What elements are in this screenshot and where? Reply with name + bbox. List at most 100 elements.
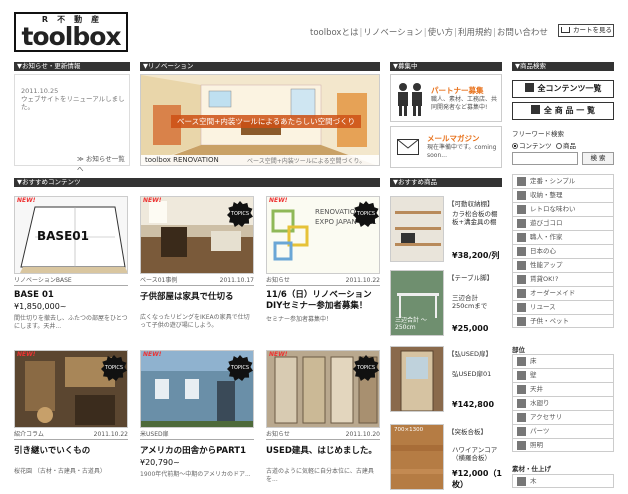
cart-icon xyxy=(561,27,570,33)
card-thumbnail: NEW! TOPICS xyxy=(14,350,128,428)
card-date: 2011.10.22 xyxy=(345,277,380,284)
search-input[interactable] xyxy=(512,152,578,165)
bui-item[interactable]: パーツ xyxy=(512,424,614,438)
top-nav: toolboxとは|リノベーション|使い方|利用規約|お問い合わせ xyxy=(310,28,548,38)
bui-icon xyxy=(517,385,526,394)
renovation-header: ▼リノベーション xyxy=(140,62,380,71)
content-card[interactable]: BASE01 NEW! リノベーションBASE BASE 01 ¥1,850,0… xyxy=(14,196,128,341)
category-item[interactable]: 定番・シンプル xyxy=(512,174,614,188)
card-category: お知らせ xyxy=(266,431,290,438)
partner-banner[interactable]: パートナー募集 職人、素材、工務店、共同開発者など募集中! xyxy=(390,74,502,122)
category-icon xyxy=(517,275,526,284)
category-item[interactable]: リユース xyxy=(512,300,614,314)
new-badge: NEW! xyxy=(143,197,162,204)
nav-link-terms[interactable]: 利用規約 xyxy=(458,28,492,38)
renovation-banner-image[interactable]: ベース空間+内装ツールによるあたらしい空間づくり toolbox RENOVAT… xyxy=(140,74,380,166)
bui-icon xyxy=(517,371,526,380)
product-tag: 【突板合板】 xyxy=(448,428,487,436)
mailmagazine-banner[interactable]: メールマガジン 現在準備中です。coming soon... xyxy=(390,126,502,168)
all-contents-label: 全コンテンツ一覧 xyxy=(537,84,602,93)
product-item[interactable]: 【弘USED扉】 弘USED扉01 ¥142,800 xyxy=(390,346,502,414)
radio-contents-label: コンテンツ xyxy=(519,142,552,150)
card-desc: 古道のように気軽に自分本位に、古建具を... xyxy=(266,468,374,483)
category-label: 収納・整理 xyxy=(530,191,563,199)
bui-icon xyxy=(517,441,526,450)
category-item[interactable]: 賃貸OK!? xyxy=(512,272,614,286)
all-products-label: 全 商 品 一 覧 xyxy=(543,106,596,115)
product-tag: 【可動収納棚】 xyxy=(448,200,494,208)
content-card[interactable]: NEW! TOPICS お知らせ 2011.10.20 USED建具、はじめました… xyxy=(266,350,380,490)
category-item[interactable]: 性能アップ xyxy=(512,258,614,272)
category-label: 賃貸OK!? xyxy=(530,275,559,283)
nav-link-about[interactable]: toolboxとは xyxy=(310,28,358,38)
radio-off-icon xyxy=(556,143,562,149)
category-item[interactable]: レトロな味わい xyxy=(512,202,614,216)
category-item[interactable]: 遊びゴコロ xyxy=(512,216,614,230)
product-tag: 【弘USED扉】 xyxy=(448,350,492,358)
category-item[interactable]: 子供・ペット xyxy=(512,314,614,328)
mailmagazine-text: 現在準備中です。coming soon... xyxy=(427,144,497,159)
category-item[interactable]: オーダーメイド xyxy=(512,286,614,300)
new-badge: NEW! xyxy=(17,197,36,204)
card-desc: 広くなったリビングをIKEAの家具で仕切って子供の遊び場にしよう。 xyxy=(140,314,250,329)
all-products-button[interactable]: 全 商 品 一 覧 xyxy=(512,102,614,120)
category-item[interactable]: 収納・整理 xyxy=(512,188,614,202)
category-item[interactable]: 職人・作家 xyxy=(512,230,614,244)
product-image: 三辺合計 〜250cm xyxy=(390,270,444,336)
all-contents-button[interactable]: 全コンテンツ一覧 xyxy=(512,80,614,98)
product-item[interactable]: 【可動収納棚】 カラ松合板の棚板+溝金具の棚 ¥38,200/列 xyxy=(390,196,502,264)
card-thumbnail: NEW! TOPICS xyxy=(266,350,380,428)
material-item[interactable]: 木 xyxy=(512,474,614,488)
product-name: 三辺合計250cmまで xyxy=(452,294,488,310)
logo[interactable]: R不動産 toolbox xyxy=(14,12,128,52)
material-label-text: 木 xyxy=(530,477,537,485)
category-label: 職人・作家 xyxy=(530,233,563,241)
content-card[interactable]: RENOVATION EXPO JAPAN 2011 NEW! TOPICS お… xyxy=(266,196,380,341)
bui-item[interactable]: 天井 xyxy=(512,382,614,396)
bui-item[interactable]: 床 xyxy=(512,354,614,368)
category-icon xyxy=(517,317,526,326)
card-desc: 1900年代前期〜中期のアメリカのドア... xyxy=(140,471,251,478)
bui-label-text: 水廻り xyxy=(530,399,550,407)
bui-icon xyxy=(517,427,526,436)
bui-item[interactable]: 水廻り xyxy=(512,396,614,410)
radio-products[interactable]: 商品 xyxy=(556,140,576,150)
news-more-link[interactable]: ≫ お知らせ一覧へ xyxy=(77,153,129,173)
content-card[interactable]: NEW! TOPICS ベース01事例 2011.10.17 子供部屋は家具で仕切… xyxy=(140,196,254,341)
category-icon xyxy=(517,177,526,186)
search-button[interactable]: 検 索 xyxy=(582,152,614,165)
bui-label-text: 天井 xyxy=(530,385,543,393)
content-card[interactable]: NEW! TOPICS 紹介コラム 2011.10.22 引き継いでいくもの 桜花… xyxy=(14,350,128,490)
product-image xyxy=(390,196,444,262)
category-item[interactable]: 日本の心 xyxy=(512,244,614,258)
bui-item[interactable]: 壁 xyxy=(512,368,614,382)
material-icon xyxy=(517,477,526,486)
product-item[interactable]: 三辺合計 〜250cm 【テーブル脚】 三辺合計250cmまで ¥25,000 xyxy=(390,270,502,338)
nav-link-howto[interactable]: 使い方 xyxy=(428,28,454,38)
new-badge: NEW! xyxy=(269,351,288,358)
door-photo xyxy=(391,347,443,411)
bui-item[interactable]: 照明 xyxy=(512,438,614,452)
bui-label-text: アクセサリ xyxy=(530,413,563,421)
product-price: ¥25,000 xyxy=(452,324,489,333)
bui-label-text: 照明 xyxy=(530,441,543,449)
radio-contents[interactable]: コンテンツ xyxy=(512,140,552,150)
nav-link-renovation[interactable]: リノベーション xyxy=(363,28,422,38)
content-card[interactable]: NEW! TOPICS 米USED扉 アメリカの田舎からPART1 ¥20,79… xyxy=(140,350,254,490)
bui-item[interactable]: アクセサリ xyxy=(512,410,614,424)
product-item[interactable]: 700×1300 【突板合板】 ハワイアンコア（横羅合板） ¥12,000（1枚… xyxy=(390,424,502,492)
radio-on-icon xyxy=(512,143,518,149)
product-search-header: ▼商品検索 xyxy=(512,62,614,71)
product-price: ¥142,800 xyxy=(452,400,495,409)
card-thumbnail: RENOVATION EXPO JAPAN 2011 NEW! TOPICS xyxy=(266,196,380,274)
category-label: 性能アップ xyxy=(530,261,563,269)
category-list: 定番・シンプル 収納・整理 レトロな味わい 遊びゴコロ 職人・作家 日本の心 性… xyxy=(512,174,614,328)
plywood-photo xyxy=(391,425,443,489)
nav-link-contact[interactable]: お問い合わせ xyxy=(497,28,548,38)
boshu-header: ▼募集中 xyxy=(390,62,502,71)
product-image-text: 三辺合計 〜250cm xyxy=(395,317,427,331)
cart-button[interactable]: カートを見る xyxy=(558,24,614,37)
card-meta: リノベーションBASE xyxy=(14,276,128,286)
bui-icon xyxy=(517,357,526,366)
list-icon xyxy=(524,83,534,92)
